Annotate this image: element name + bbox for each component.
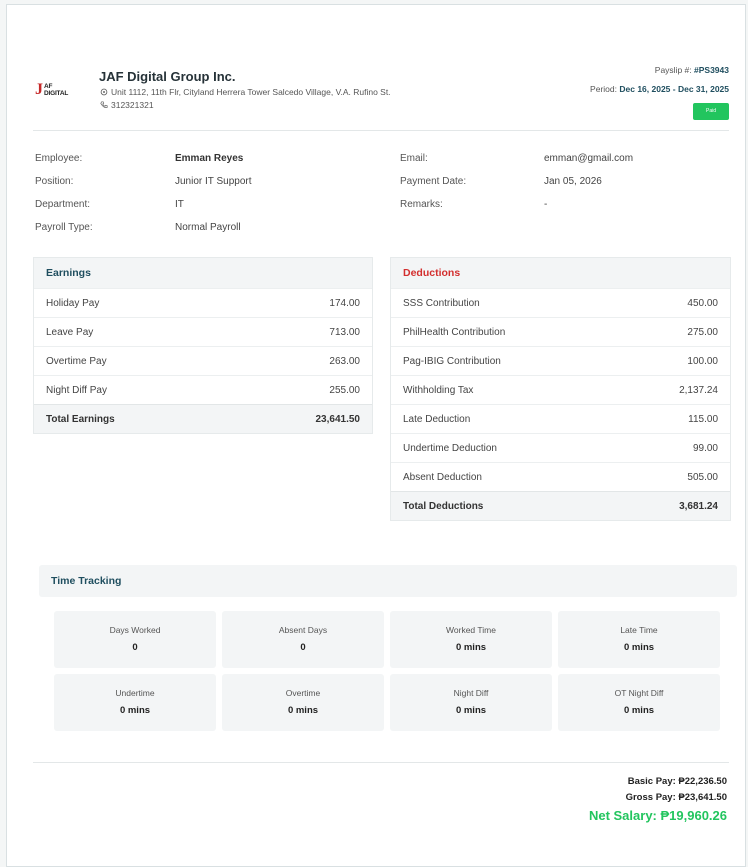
department-value: IT <box>175 199 184 210</box>
payroll-type-label: Payroll Type: <box>35 222 93 233</box>
pay-summary: Basic Pay: ₱22,236.50 Gross Pay: ₱23,641… <box>589 776 727 823</box>
company-name: JAF Digital Group Inc. <box>99 69 236 84</box>
absent-days-card: Absent Days 0 <box>222 611 384 668</box>
payslip-number-label: Payslip #: <box>654 65 692 75</box>
remarks-label: Remarks: <box>400 199 443 210</box>
worked-time-card: Worked Time 0 mins <box>390 611 552 668</box>
total-earnings-row: Total Earnings 23,641.50 <box>34 404 372 433</box>
payslip-page: J AF DIGITAL JAF Digital Group Inc. Unit… <box>6 4 746 867</box>
department-label: Department: <box>35 199 91 210</box>
period-label: Period: <box>590 84 617 94</box>
total-deductions-row: Total Deductions 3,681.24 <box>391 491 730 520</box>
earnings-title: Earnings <box>34 258 372 288</box>
header-divider <box>33 130 729 131</box>
payment-date-value: Jan 05, 2026 <box>544 176 602 187</box>
time-tracking-title: Time Tracking <box>39 565 737 597</box>
paid-status-button[interactable]: Paid <box>693 103 729 120</box>
ot-night-diff-card: OT Night Diff 0 mins <box>558 674 720 731</box>
phone-icon <box>99 100 108 110</box>
email-label: Email: <box>400 153 428 164</box>
deductions-title: Deductions <box>391 258 730 288</box>
company-logo: J AF DIGITAL <box>35 81 69 98</box>
undertime-card: Undertime 0 mins <box>54 674 216 731</box>
remarks-value: - <box>544 199 548 210</box>
deductions-table: Deductions SSS Contribution 450.00 PhilHe… <box>390 257 731 521</box>
payroll-type-value: Normal Payroll <box>175 222 241 233</box>
table-row: Pag-IBIG Contribution 100.00 <box>391 346 730 375</box>
company-address: Unit 1112, 11th Flr, Cityland Herrera To… <box>111 87 391 97</box>
total-deductions-value: 3,681.24 <box>679 500 718 512</box>
table-row: Night Diff Pay 255.00 <box>34 375 372 404</box>
table-row: SSS Contribution 450.00 <box>391 288 730 317</box>
table-row: Withholding Tax 2,137.24 <box>391 375 730 404</box>
payslip-number: #PS3943 <box>694 65 729 75</box>
company-phone: 312321321 <box>111 100 154 110</box>
payslip-header: J AF DIGITAL JAF Digital Group Inc. Unit… <box>33 65 729 135</box>
late-time-card: Late Time 0 mins <box>558 611 720 668</box>
email-value: emman@gmail.com <box>544 153 634 164</box>
earnings-table: Earnings Holiday Pay 174.00 Leave Pay 713.… <box>33 257 373 434</box>
table-row: Late Deduction 115.00 <box>391 404 730 433</box>
total-earnings-value: 23,641.50 <box>315 413 361 425</box>
net-salary: Net Salary: ₱19,960.26 <box>588 808 727 823</box>
table-row: Holiday Pay 174.00 <box>34 288 372 317</box>
totals-divider <box>33 762 729 763</box>
gross-pay: Gross Pay: ₱23,641.50 <box>625 792 727 803</box>
payslip-meta: Payslip #: #PS3943 Period: Dec 16, 2025 … <box>590 65 729 120</box>
payslip-period: Dec 16, 2025 - Dec 31, 2025 <box>619 84 729 94</box>
table-row: Leave Pay 713.00 <box>34 317 372 346</box>
payment-date-label: Payment Date: <box>400 176 467 187</box>
company-info: JAF Digital Group Inc. Unit 1112, 11th F… <box>99 69 391 110</box>
position-label: Position: <box>35 176 74 187</box>
overtime-card: Overtime 0 mins <box>222 674 384 731</box>
days-worked-card: Days Worked 0 <box>54 611 216 668</box>
night-diff-card: Night Diff 0 mins <box>390 674 552 731</box>
table-row: PhilHealth Contribution 275.00 <box>391 317 730 346</box>
location-pin-icon <box>99 88 108 97</box>
table-row: Undertime Deduction 99.00 <box>391 433 730 462</box>
table-row: Absent Deduction 505.00 <box>391 462 730 491</box>
position-value: Junior IT Support <box>175 176 252 187</box>
employee-value: Emman Reyes <box>175 153 244 164</box>
employee-label: Employee: <box>35 153 83 164</box>
time-tracking-grid: Days Worked 0 Absent Days 0 Worked Time 0 m… <box>54 611 724 731</box>
basic-pay: Basic Pay: ₱22,236.50 <box>627 776 727 787</box>
table-row: Overtime Pay 263.00 <box>34 346 372 375</box>
